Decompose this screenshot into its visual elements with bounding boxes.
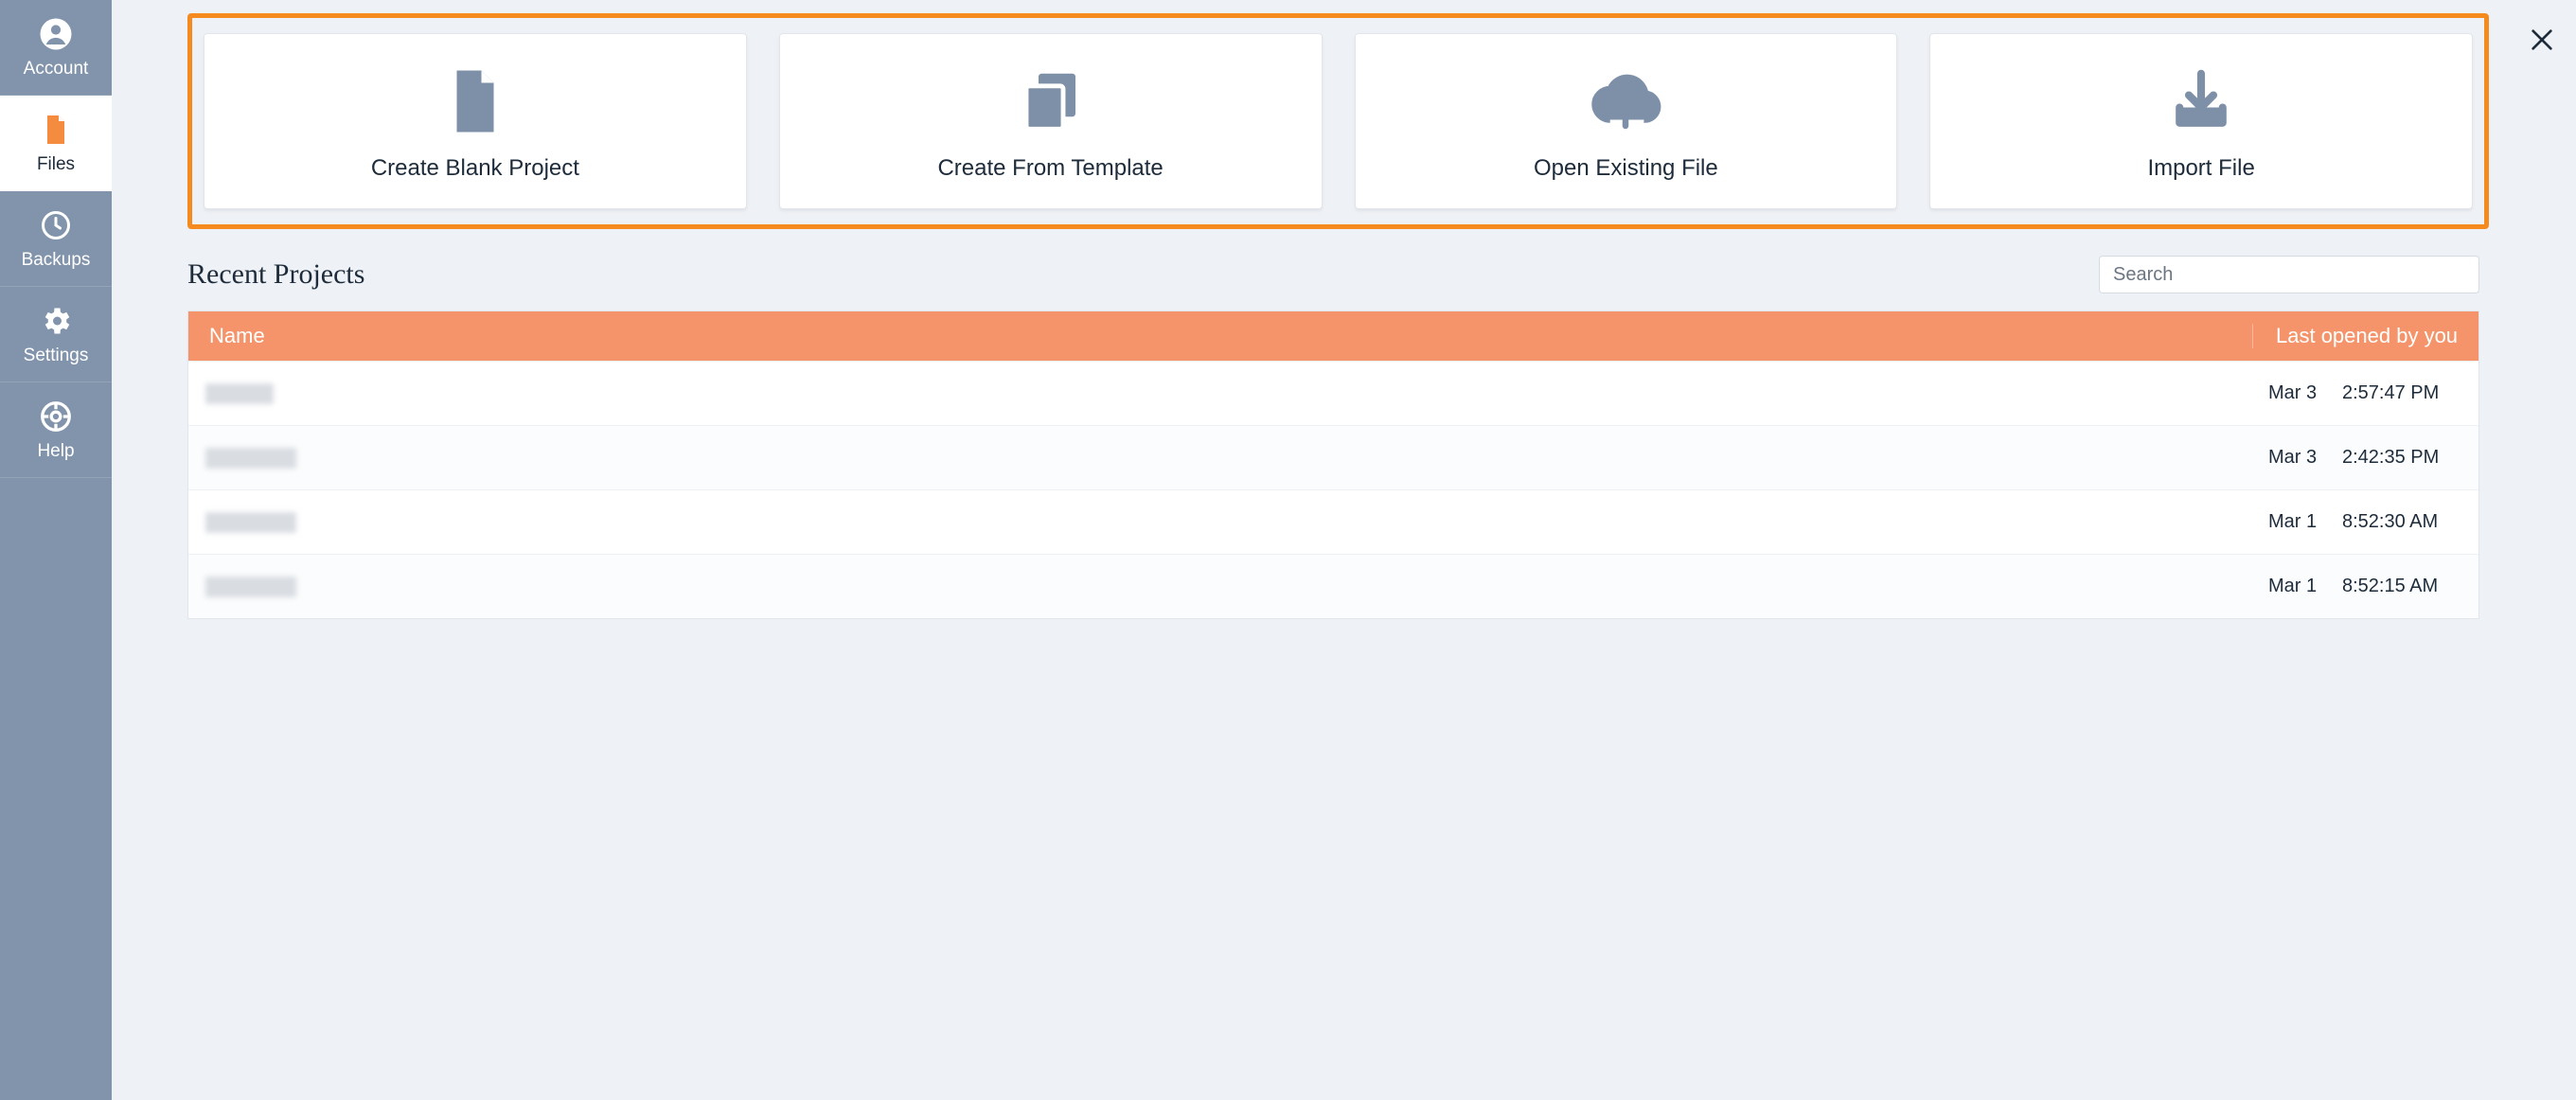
gear-icon	[39, 304, 73, 338]
sidebar: Account Files Backups Settings	[0, 0, 112, 1100]
sidebar-item-settings[interactable]: Settings	[0, 287, 112, 382]
card-create-from-template[interactable]: Create From Template	[779, 33, 1323, 209]
account-icon	[39, 17, 73, 51]
card-create-blank-project[interactable]: Create Blank Project	[204, 33, 747, 209]
table-row[interactable]: Mar 3 2:57:47 PM	[188, 361, 2478, 425]
cell-time: 2:57:47 PM	[2333, 382, 2478, 404]
app-root: Account Files Backups Settings	[0, 0, 2576, 1100]
action-cards-row: Create Blank Project Create From Templat…	[204, 33, 2473, 209]
recent-header: Recent Projects	[187, 256, 2479, 293]
card-label: Create Blank Project	[371, 155, 579, 182]
table-header: Name Last opened by you	[188, 311, 2478, 361]
file-icon	[39, 113, 73, 147]
sidebar-item-label: Settings	[24, 346, 89, 366]
cell-time: 8:52:30 AM	[2333, 511, 2478, 533]
sidebar-item-label: Backups	[22, 250, 91, 271]
cell-name	[188, 448, 2253, 469]
close-icon	[2527, 25, 2557, 55]
action-cards-highlight: Create Blank Project Create From Templat…	[187, 13, 2489, 229]
clock-icon	[39, 208, 73, 242]
cell-time: 2:42:35 PM	[2333, 447, 2478, 469]
recent-projects-table: Name Last opened by you Mar 3 2:57:47 PM…	[187, 310, 2479, 619]
help-icon	[39, 399, 73, 434]
search-input[interactable]	[2099, 256, 2479, 293]
main-content: Create Blank Project Create From Templat…	[112, 0, 2576, 1100]
cell-name	[188, 383, 2253, 404]
card-label: Import File	[2147, 155, 2254, 182]
card-label: Create From Template	[937, 155, 1163, 182]
redacted-name	[205, 383, 274, 404]
close-button[interactable]	[2527, 25, 2557, 55]
cell-name	[188, 577, 2253, 597]
copy-icon	[1014, 64, 1088, 138]
sidebar-item-help[interactable]: Help	[0, 382, 112, 478]
sidebar-item-label: Account	[24, 59, 89, 80]
cell-date: Mar 1	[2253, 511, 2333, 533]
redacted-name	[205, 448, 296, 469]
sidebar-item-backups[interactable]: Backups	[0, 191, 112, 287]
column-header-name[interactable]: Name	[188, 324, 2253, 348]
recent-projects-title: Recent Projects	[187, 258, 364, 291]
redacted-name	[205, 577, 296, 597]
cloud-upload-icon	[1589, 64, 1662, 138]
document-icon	[438, 64, 512, 138]
card-label: Open Existing File	[1534, 155, 1718, 182]
table-row[interactable]: Mar 1 8:52:30 AM	[188, 489, 2478, 554]
sidebar-item-account[interactable]: Account	[0, 0, 112, 96]
sidebar-item-label: Files	[37, 154, 75, 175]
card-import-file[interactable]: Import File	[1929, 33, 2473, 209]
table-row[interactable]: Mar 3 2:42:35 PM	[188, 425, 2478, 489]
column-header-last-opened[interactable]: Last opened by you	[2253, 324, 2478, 348]
redacted-name	[205, 512, 296, 533]
card-open-existing-file[interactable]: Open Existing File	[1355, 33, 1898, 209]
sidebar-item-label: Help	[37, 441, 74, 462]
cell-date: Mar 3	[2253, 382, 2333, 404]
table-row[interactable]: Mar 1 8:52:15 AM	[188, 554, 2478, 618]
import-icon	[2164, 64, 2238, 138]
cell-time: 8:52:15 AM	[2333, 576, 2478, 597]
sidebar-item-files[interactable]: Files	[0, 96, 112, 191]
cell-name	[188, 512, 2253, 533]
cell-date: Mar 1	[2253, 576, 2333, 597]
cell-date: Mar 3	[2253, 447, 2333, 469]
